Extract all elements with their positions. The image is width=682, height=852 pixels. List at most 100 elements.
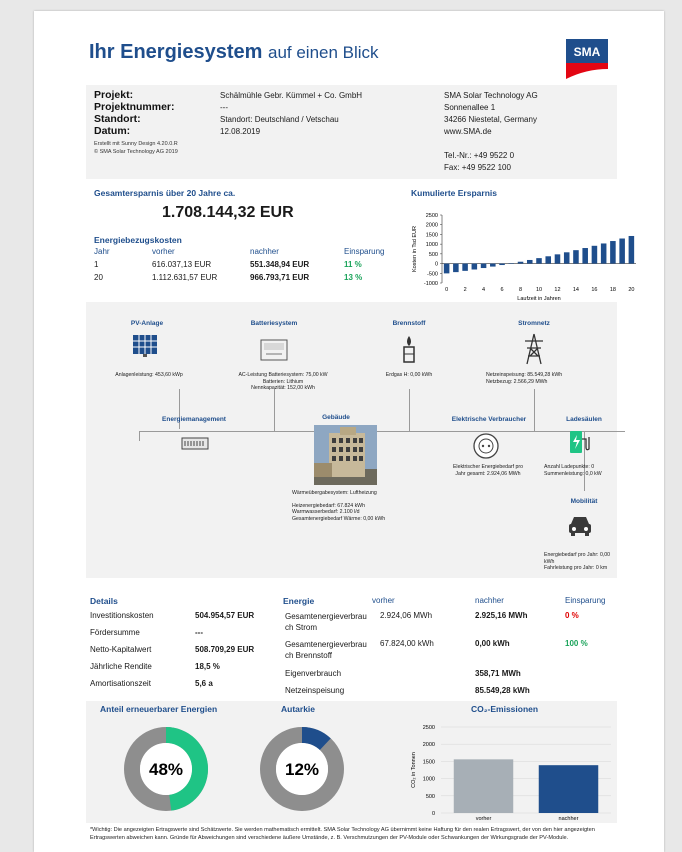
- consumer-line: Jahr gesamt: 2.924,06 MWh: [455, 470, 521, 477]
- y-tick-label: 0: [432, 811, 435, 817]
- mobility-line: Fahrleistung pro Jahr: 0 km: [544, 565, 608, 571]
- pv-text: Anlagenleistung: 453,60 kWp: [115, 372, 183, 378]
- gas-burner-icon: [401, 334, 417, 369]
- cumulative-savings-chart: 2500 2000 1500 1000 500 0 -500 -1000 0 2 4 6 8 10 12 14…: [412, 213, 636, 302]
- report-page: Ihr Energiesystem auf einen Blick SMA Pr…: [34, 11, 664, 852]
- bar: [582, 248, 588, 264]
- consumer-text: Elektrischer Energiebedarf pro Jahr gesa…: [438, 464, 538, 477]
- fuel-title: Brennstoff: [392, 320, 426, 327]
- x-tick-label: 8: [519, 287, 522, 293]
- y-tick-label: -1000: [424, 281, 438, 287]
- grid-text: Netzeinspeisung: 85.549,28 kWh Netzbezug…: [486, 372, 596, 385]
- bar: [538, 765, 599, 813]
- creation-note: Erstellt mit Sunny Design 4.20.0.R © SMA…: [94, 140, 178, 156]
- connector: [534, 389, 535, 431]
- y-tick-label: 1000: [426, 242, 438, 248]
- bar: [453, 759, 514, 813]
- x-tick-label: 12: [554, 287, 560, 293]
- building-text: Wärmeübergabesystem: Luftheizung Heizene…: [292, 490, 422, 522]
- company-line: Sonnenallee 1: [444, 103, 496, 112]
- bar: [600, 243, 607, 264]
- bar: [545, 256, 552, 264]
- bar: [471, 263, 478, 270]
- detail-value: 18,5 %: [195, 662, 220, 671]
- project-label: Projekt:: [94, 89, 134, 101]
- cell-saving: 13 %: [344, 273, 363, 282]
- y-tick-label: 1500: [423, 759, 435, 765]
- detail-label: Fördersumme: [90, 628, 140, 637]
- x-tick-label: 6: [501, 287, 504, 293]
- renewable-share-donut: 48%: [124, 727, 208, 811]
- cell-year: 20: [94, 273, 103, 282]
- created-with: Erstellt mit Sunny Design 4.20.0.R: [94, 141, 178, 147]
- power-socket-icon: [472, 432, 500, 465]
- energy-col-after: nachher: [475, 596, 504, 605]
- charging-line: Summenleistung: 0,0 kW: [544, 470, 602, 477]
- charging-title: Ladesäulen: [566, 416, 602, 423]
- costs-heading: Energiebezugskosten: [94, 235, 182, 245]
- donut-label: 12%: [285, 760, 319, 779]
- bar: [526, 259, 533, 264]
- autarky-donut: 12%: [260, 727, 344, 811]
- y-axis-label: CO₂ in Tonnen: [411, 752, 417, 788]
- detail-label: Amortisationszeit: [90, 679, 151, 688]
- project-number-value: ---: [220, 103, 228, 112]
- row-label: ch Brennstoff: [285, 651, 332, 660]
- cell-before: 67.824,00 kWh: [380, 639, 434, 648]
- charging-text: Anzahl Ladepunkte: 0 Summenleistung: 0,0…: [544, 464, 624, 477]
- bar: [554, 254, 561, 264]
- y-tick-label: 2500: [423, 725, 435, 731]
- consumer-line: Elektrischer Energiebedarf pro: [452, 464, 524, 470]
- details-heading: Details: [90, 596, 118, 606]
- x-tick-label: 18: [610, 287, 616, 293]
- bar: [499, 263, 505, 266]
- connector: [409, 389, 410, 431]
- energy-col-saving: Einsparung: [565, 596, 606, 605]
- project-values: Schälmühle Gebr. Kümmel + Co. GmbH --- S…: [220, 90, 362, 138]
- location-value: Standort: Deutschland / Vetschau: [220, 115, 339, 124]
- charging-station-icon: [568, 429, 592, 460]
- management-title: Energiemanagement: [162, 416, 226, 423]
- table-row: Gesamtenergieverbrau ch Strom: [285, 611, 367, 633]
- cell-year: 1: [94, 260, 99, 269]
- detail-value: ---: [195, 628, 203, 637]
- y-axis-label: Kosten in Tsd EUR: [412, 226, 418, 272]
- connector: [139, 431, 140, 441]
- cell-after: 85.549,28 kWh: [475, 686, 530, 695]
- project-labels: Projekt: Projektnummer: Standort: Datum:: [94, 89, 175, 137]
- battery-icon: [260, 339, 288, 366]
- fax: Fax: +49 9522 100: [444, 163, 511, 172]
- x-tick-label: 10: [536, 287, 542, 293]
- bar: [508, 263, 515, 264]
- company-line[interactable]: www.SMA.de: [444, 126, 538, 138]
- cell-after: 966.793,71 EUR: [250, 273, 310, 282]
- y-tick-label: -500: [427, 271, 438, 277]
- bar: [619, 238, 625, 264]
- disclaimer-footnote: *Wichtig: Die angezeigten Ertragswerte s…: [90, 827, 595, 841]
- energy-manager-icon: [181, 437, 209, 455]
- savings-total: 1.708.144,32 EUR: [162, 204, 294, 221]
- cell-before: 2.924,06 MWh: [380, 611, 433, 620]
- row-label: Netzeinspeisung: [285, 686, 345, 695]
- energy-heading: Energie: [283, 596, 315, 606]
- location-label: Standort:: [94, 113, 141, 125]
- energy-col-before: vorher: [372, 596, 395, 605]
- cell-saving: 0 %: [565, 611, 579, 620]
- autarky-title: Autarkie: [281, 704, 316, 714]
- project-info-box: Projekt: Projektnummer: Standort: Datum:…: [86, 85, 617, 179]
- y-tick-label: 0: [435, 262, 438, 268]
- renewable-title: Anteil erneuerbarer Energien: [100, 704, 218, 714]
- connector: [274, 389, 275, 431]
- detail-label: Netto-Kapitalwert: [90, 645, 152, 654]
- cell-after: 551.348,94 EUR: [250, 260, 310, 269]
- page-title: Ihr Energiesystem auf einen Blick: [89, 41, 379, 64]
- fuel-text: Erdgas H: 0,00 kWh: [385, 372, 433, 378]
- connector: [179, 389, 180, 429]
- connector: [139, 431, 625, 432]
- bar: [563, 252, 570, 264]
- grid-line: Netzbezug: 2.566,29 MWh: [486, 378, 548, 385]
- company-line: SMA Solar Technology AG: [444, 91, 538, 100]
- building-line: Gesamtenergiebedarf Wärme: 0,00 kWh: [292, 515, 386, 522]
- row-label: Gesamtenergieverbrau: [285, 612, 367, 621]
- bar: [628, 235, 635, 264]
